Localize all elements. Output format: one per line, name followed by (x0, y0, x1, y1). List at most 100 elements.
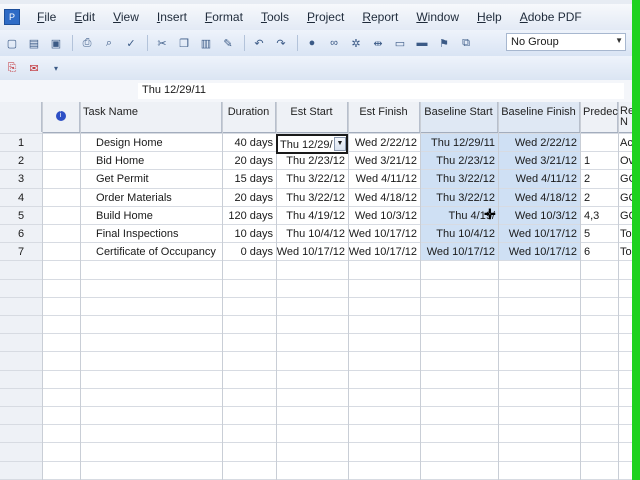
predecessors-cell[interactable] (580, 134, 618, 152)
header-est-finish[interactable]: Est Finish (348, 102, 420, 132)
new-icon[interactable]: ▢ (4, 35, 20, 51)
split-task-icon[interactable]: ⇹ (370, 35, 386, 51)
selected-cell-editor[interactable]: Thu 12/29/ ▼ (276, 134, 348, 154)
link-tasks-icon[interactable]: ∞ (326, 35, 342, 51)
header-baseline-finish[interactable]: Baseline Finish (498, 102, 580, 132)
baseline-finish-cell[interactable]: Wed 10/3/12 (498, 207, 580, 225)
baseline-start-cell[interactable]: Thu 2/23/12 (420, 152, 498, 170)
predecessors-cell[interactable]: 4,3 (580, 207, 618, 225)
header-duration[interactable]: Duration (222, 102, 276, 132)
task-name-cell[interactable]: Build Home (80, 207, 222, 225)
redo-icon[interactable]: ↷ (273, 35, 289, 51)
duration-cell[interactable]: 0 days (222, 243, 276, 261)
menu-adobe-pdf[interactable]: Adobe PDF (511, 10, 591, 24)
baseline-finish-cell[interactable]: Wed 4/11/12 (498, 170, 580, 188)
est-finish-cell[interactable]: Wed 4/11/12 (348, 170, 420, 188)
row-number[interactable]: 4 (0, 189, 42, 207)
predecessors-cell[interactable]: 5 (580, 225, 618, 243)
baseline-finish-cell[interactable]: Wed 3/21/12 (498, 152, 580, 170)
header-task-name[interactable]: Task Name (80, 102, 222, 132)
copy-picture-icon[interactable]: ⧉ (458, 35, 474, 51)
resource-names-cell[interactable]: GC (618, 207, 632, 225)
resource-names-cell[interactable]: To (618, 243, 632, 261)
row-number[interactable]: 5 (0, 207, 42, 225)
duration-cell[interactable]: 120 days (222, 207, 276, 225)
task-name-cell[interactable]: Certificate of Occupancy (80, 243, 222, 261)
row-number[interactable]: 3 (0, 170, 42, 188)
predecessors-cell[interactable]: 2 (580, 189, 618, 207)
task-name-cell[interactable]: Final Inspections (80, 225, 222, 243)
selected-cell-value[interactable]: Thu 12/29/ (280, 137, 333, 153)
print-preview-icon[interactable]: ⌕ (101, 35, 117, 51)
menu-tools[interactable]: Tools (252, 10, 298, 24)
est-finish-cell[interactable]: Wed 10/17/12 (348, 243, 420, 261)
est-finish-cell[interactable]: Wed 10/3/12 (348, 207, 420, 225)
baseline-start-cell[interactable]: Thu 12/29/11 (420, 134, 498, 152)
duration-cell[interactable]: 40 days (222, 134, 276, 152)
print-icon[interactable]: ⎙ (79, 35, 95, 51)
duration-cell[interactable]: 15 days (222, 170, 276, 188)
est-finish-cell[interactable]: Wed 10/17/12 (348, 225, 420, 243)
spelling-icon[interactable]: ✓ (123, 35, 139, 51)
est-finish-cell[interactable]: Wed 3/21/12 (348, 152, 420, 170)
row-number[interactable]: 7 (0, 243, 42, 261)
chevron-down-icon[interactable]: ▼ (615, 36, 623, 45)
toolbar-options-icon[interactable]: ▾ (48, 60, 64, 76)
est-start-cell[interactable]: Wed 10/17/12 (276, 243, 348, 261)
format-painter-icon[interactable]: ✎ (220, 35, 236, 51)
menu-format[interactable]: Format (196, 10, 252, 24)
group-by-select[interactable]: No Group ▼ (506, 33, 626, 51)
open-icon[interactable]: ▤ (26, 35, 42, 51)
est-start-cell[interactable]: Thu 2/23/12 (276, 152, 348, 170)
baseline-start-cell[interactable]: Thu 3/22/12 (420, 189, 498, 207)
est-start-cell[interactable]: Thu 4/19/12 (276, 207, 348, 225)
task-name-cell[interactable]: Bid Home (80, 152, 222, 170)
baseline-start-cell[interactable]: Wed 10/17/12 (420, 243, 498, 261)
baseline-start-cell[interactable]: Thu 10/4/12 (420, 225, 498, 243)
duration-cell[interactable]: 20 days (222, 152, 276, 170)
convert-to-pdf-icon[interactable]: ⎘ (4, 60, 20, 76)
cut-icon[interactable]: ✂ (154, 35, 170, 51)
menu-view[interactable]: View (104, 10, 148, 24)
menu-edit[interactable]: Edit (65, 10, 104, 24)
row-number[interactable]: 1 (0, 134, 42, 152)
menu-help[interactable]: Help (468, 10, 511, 24)
header-baseline-start[interactable]: Baseline Start (420, 102, 498, 132)
resource-names-cell[interactable]: GC (618, 170, 632, 188)
baseline-finish-cell[interactable]: Wed 10/17/12 (498, 225, 580, 243)
est-finish-cell[interactable]: Wed 2/22/12 (348, 134, 420, 152)
task-notes-icon[interactable]: ▬ (414, 35, 430, 51)
menu-insert[interactable]: Insert (148, 10, 196, 24)
copy-icon[interactable]: ❐ (176, 35, 192, 51)
baseline-finish-cell[interactable]: Wed 2/22/12 (498, 134, 580, 152)
assign-resources-icon[interactable]: ● (304, 35, 320, 51)
entry-field[interactable]: Thu 12/29/11 (138, 83, 624, 99)
predecessors-cell[interactable]: 1 (580, 152, 618, 170)
task-name-cell[interactable]: Design Home (80, 134, 222, 152)
save-icon[interactable]: ▣ (48, 35, 64, 51)
task-name-cell[interactable]: Order Materials (80, 189, 222, 207)
publish-icon[interactable]: ⚑ (436, 35, 452, 51)
predecessors-cell[interactable]: 2 (580, 170, 618, 188)
est-finish-cell[interactable]: Wed 4/18/12 (348, 189, 420, 207)
convert-and-email-icon[interactable]: ✉ (26, 60, 42, 76)
project-app-icon[interactable]: P (4, 9, 20, 25)
header-row-number[interactable] (0, 102, 42, 132)
task-info-icon[interactable]: ▭ (392, 35, 408, 51)
resource-names-cell[interactable]: Ac (618, 134, 632, 152)
baseline-finish-cell[interactable]: Wed 10/17/12 (498, 243, 580, 261)
task-name-cell[interactable]: Get Permit (80, 170, 222, 188)
resource-names-cell[interactable]: To (618, 225, 632, 243)
header-indicators[interactable]: i (42, 102, 80, 132)
header-predecessors[interactable]: Predec (580, 102, 618, 132)
row-number[interactable]: 2 (0, 152, 42, 170)
date-dropdown-button[interactable]: ▼ (334, 137, 346, 151)
header-resource-names[interactable]: Re N (618, 102, 632, 132)
baseline-start-cell[interactable]: Thu 3/22/12 (420, 170, 498, 188)
undo-icon[interactable]: ↶ (251, 35, 267, 51)
header-est-start[interactable]: Est Start (276, 102, 348, 132)
menu-file[interactable]: File (28, 10, 65, 24)
resource-names-cell[interactable]: Ov (618, 152, 632, 170)
est-start-cell[interactable]: Thu 3/22/12 (276, 170, 348, 188)
duration-cell[interactable]: 20 days (222, 189, 276, 207)
